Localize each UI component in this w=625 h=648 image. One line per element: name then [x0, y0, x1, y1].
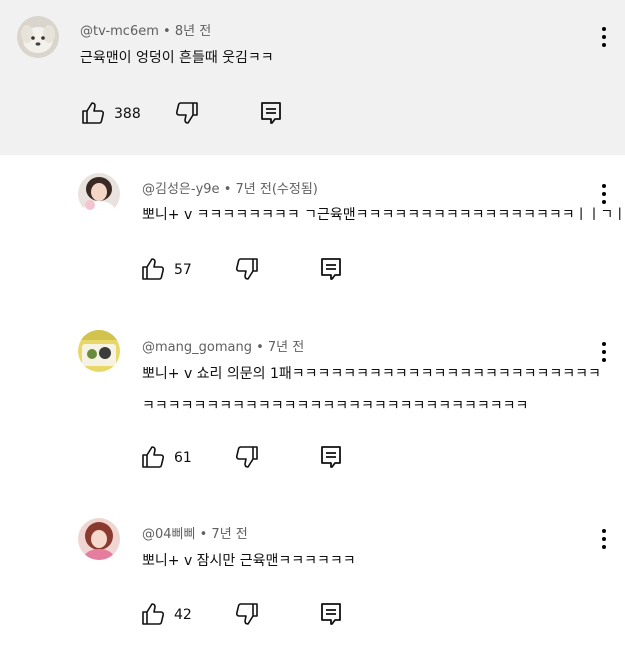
- meta-separator: •: [223, 182, 236, 197]
- more-vert-icon: [602, 27, 606, 31]
- thumb-up-icon: [82, 102, 105, 124]
- comment-text-line: ㅋㅋㅋㅋㅋㅋㅋㅋㅋㅋㅋㅋㅋㅋㅋㅋㅋㅋㅋㅋㅋㅋㅋㅋㅋㅋㅋㅋㅋㅋ: [142, 398, 529, 414]
- meta-separator: •: [199, 527, 212, 542]
- more-vert-icon: [602, 342, 606, 346]
- comment-meta: @김성은-y9e • 7년 전(수정됨): [142, 178, 318, 197]
- more-vert-icon-dot: [602, 200, 606, 204]
- comment-actions: 61: [140, 444, 360, 474]
- like-count: 61: [174, 450, 192, 466]
- more-options-button[interactable]: [594, 527, 614, 551]
- like-button[interactable]: 57: [140, 256, 220, 286]
- more-options-button[interactable]: [594, 340, 614, 364]
- more-vert-icon-dot: [602, 192, 606, 196]
- comment-thread-1: @tv-mc6em • 8년 전 근육맨이 엉덩이 흔들때 웃김ㅋㅋ 388: [0, 0, 625, 155]
- thumb-down-icon: [175, 102, 198, 124]
- reply-button[interactable]: [318, 444, 348, 474]
- like-button[interactable]: 388: [80, 100, 160, 130]
- reply-icon: [321, 603, 341, 625]
- more-vert-icon-dot: [602, 350, 606, 354]
- more-vert-icon-dot: [602, 537, 606, 541]
- comment-author[interactable]: @김성은-y9e: [142, 182, 220, 197]
- comment-actions: 57: [140, 256, 360, 286]
- more-options-button[interactable]: [594, 182, 614, 206]
- reply-button[interactable]: [318, 256, 348, 286]
- comment-actions: 42: [140, 601, 360, 631]
- comment-text: 뽀니+ v ㅋㅋㅋㅋㅋㅋㅋㅋ ㄱ근육맨ㅋㅋㅋㅋㅋㅋㅋㅋㅋㅋㅋㅋㅋㅋㅋㅋㅋㅣㅣㄱㅣ: [142, 199, 625, 231]
- thumb-up-icon: [142, 258, 165, 280]
- avatar[interactable]: [78, 518, 120, 560]
- avatar[interactable]: [17, 16, 59, 58]
- comment-thread-3: @mang_gomang • 7년 전 뽀니+ v 쇼리 의문의 1패ㅋㅋㅋㅋㅋ…: [0, 315, 625, 505]
- like-count: 42: [174, 607, 192, 623]
- comment-text-line: 뽀니+ v 쇼리 의문의 1패ㅋㅋㅋㅋㅋㅋㅋㅋㅋㅋㅋㅋㅋㅋㅋㅋㅋㅋㅋㅋㅋㅋㅋㅋㅋ…: [142, 366, 602, 382]
- dislike-button[interactable]: [234, 256, 264, 286]
- comment-text-line: 뽀니+ v 잠시만 근육맨ㅋㅋㅋㅋㅋㅋ: [142, 553, 356, 569]
- thumb-down-icon: [235, 603, 258, 625]
- meta-separator: •: [163, 24, 175, 39]
- reply-icon: [261, 102, 281, 124]
- comment-author[interactable]: @mang_gomang: [142, 340, 252, 355]
- thumb-up-icon: [142, 446, 165, 468]
- comment-meta: @tv-mc6em • 8년 전: [80, 20, 211, 39]
- more-vert-icon-dot: [602, 358, 606, 362]
- dislike-button[interactable]: [234, 601, 264, 631]
- comment-time: 7년 전: [211, 527, 248, 542]
- thumb-down-icon: [235, 446, 258, 468]
- comment-actions: 388: [80, 100, 300, 130]
- dislike-button[interactable]: [174, 100, 204, 130]
- comment-text-line: 뽀니+ v ㅋㅋㅋㅋㅋㅋㅋㅋ ㄱ근육맨ㅋㅋㅋㅋㅋㅋㅋㅋㅋㅋㅋㅋㅋㅋㅋㅋㅋㅣㅣㄱㅣ: [142, 207, 625, 223]
- comment-time: 8년 전: [174, 24, 212, 39]
- meta-separator: •: [256, 340, 268, 355]
- dislike-button[interactable]: [234, 444, 264, 474]
- comment-time: 7년 전: [267, 340, 305, 355]
- like-count: 388: [114, 106, 141, 122]
- thumb-down-icon: [235, 258, 258, 280]
- more-vert-icon-dot: [602, 43, 606, 47]
- reply-button[interactable]: [258, 100, 288, 130]
- more-vert-icon-dot: [602, 35, 606, 39]
- reply-icon: [321, 446, 341, 468]
- thumb-up-icon: [142, 603, 165, 625]
- comment-text: 뽀니+ v 쇼리 의문의 1패ㅋㅋㅋㅋㅋㅋㅋㅋㅋㅋㅋㅋㅋㅋㅋㅋㅋㅋㅋㅋㅋㅋㅋㅋㅋ…: [142, 358, 602, 422]
- more-options-button[interactable]: [594, 25, 614, 49]
- more-vert-icon: [602, 184, 606, 188]
- reply-icon: [321, 258, 341, 280]
- more-vert-icon-dot: [602, 545, 606, 549]
- comment-meta: @04삐삐 • 7년 전: [142, 523, 248, 542]
- more-vert-icon: [602, 529, 606, 533]
- like-button[interactable]: 61: [140, 444, 220, 474]
- comment-text: 근육맨이 엉덩이 흔들때 웃김ㅋㅋ: [80, 42, 274, 74]
- comment-meta: @mang_gomang • 7년 전: [142, 336, 304, 355]
- avatar[interactable]: [78, 330, 120, 372]
- comment-author[interactable]: @tv-mc6em: [80, 24, 159, 39]
- like-count: 57: [174, 262, 192, 278]
- comment-text: 뽀니+ v 잠시만 근육맨ㅋㅋㅋㅋㅋㅋ: [142, 545, 356, 577]
- comment-thread-2: @김성은-y9e • 7년 전(수정됨) 뽀니+ v ㅋㅋㅋㅋㅋㅋㅋㅋ ㄱ근육맨…: [0, 155, 625, 315]
- comment-time: 7년 전(수정됨): [235, 182, 318, 197]
- reply-button[interactable]: [318, 601, 348, 631]
- comment-text-line: 근육맨이 엉덩이 흔들때 웃김ㅋㅋ: [80, 50, 274, 66]
- like-button[interactable]: 42: [140, 601, 220, 631]
- comment-thread-4: @04삐삐 • 7년 전 뽀니+ v 잠시만 근육맨ㅋㅋㅋㅋㅋㅋ 42: [0, 505, 625, 648]
- avatar[interactable]: [78, 173, 120, 215]
- comment-author[interactable]: @04삐삐: [142, 527, 195, 542]
